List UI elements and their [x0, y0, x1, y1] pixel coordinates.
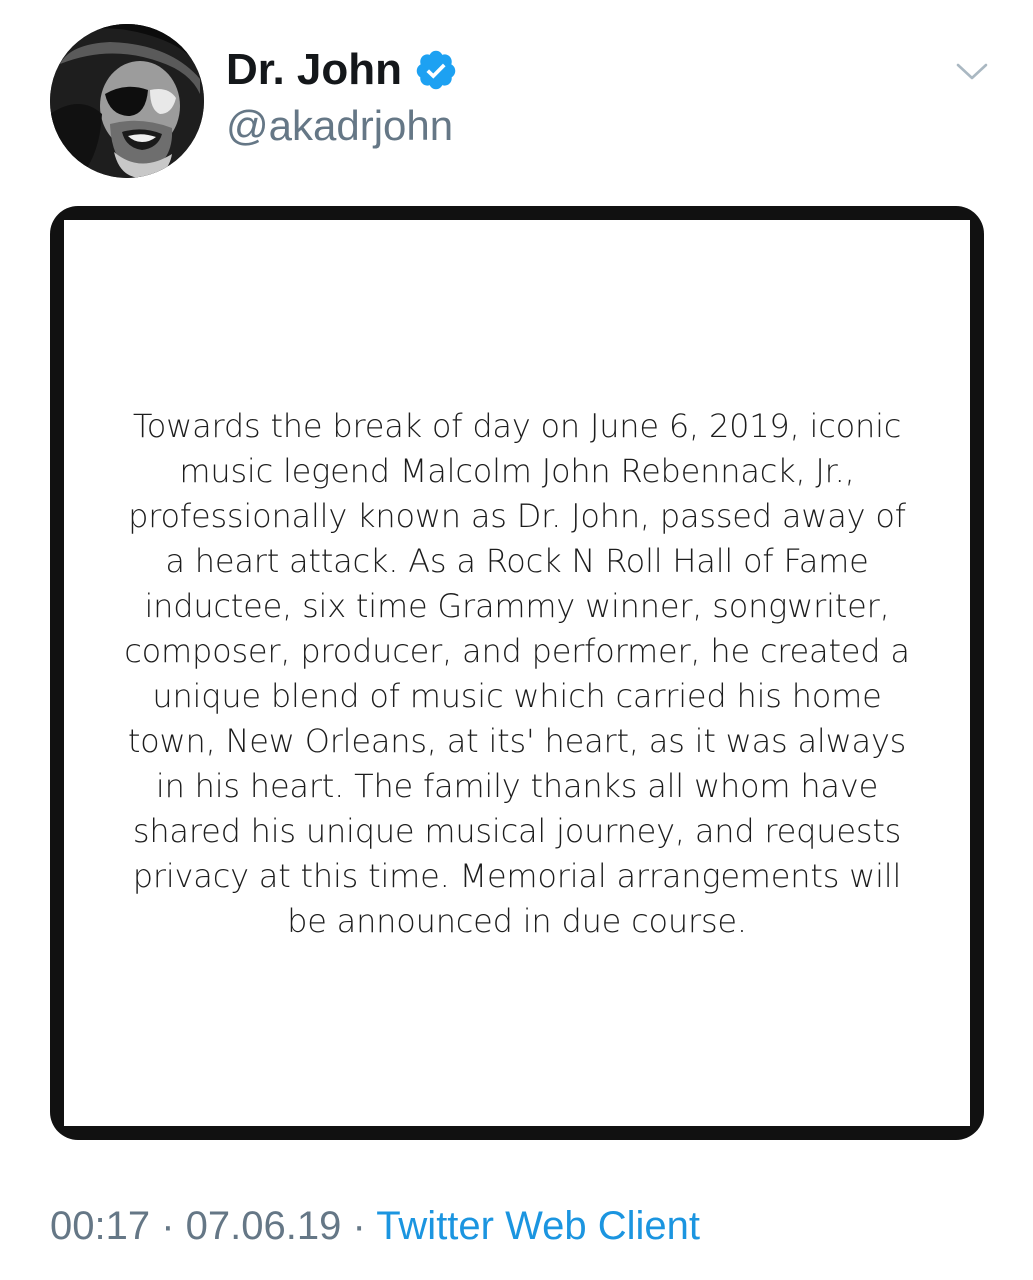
source-client-link[interactable]: Twitter Web Client: [376, 1204, 700, 1248]
meta-separator: ·: [341, 1204, 377, 1248]
author-avatar[interactable]: [50, 24, 204, 178]
tweet-date: 07.06.19: [185, 1204, 342, 1248]
verified-badge-icon: [414, 48, 458, 92]
tweet-time: 00:17: [50, 1204, 151, 1248]
statement-text: Towards the break of day on June 6, 2019…: [124, 407, 910, 940]
avatar-photo: [50, 24, 204, 178]
meta-separator: ·: [150, 1204, 186, 1248]
tweet-image[interactable]: Towards the break of day on June 6, 2019…: [50, 206, 984, 1140]
chevron-down-icon[interactable]: [955, 60, 989, 84]
author-display-name[interactable]: Dr. John: [226, 44, 458, 96]
tweet-metadata: 00:17 · 07.06.19 · Twitter Web Client: [50, 1200, 700, 1252]
display-name-text: Dr. John: [226, 45, 403, 94]
statement-card: Towards the break of day on June 6, 2019…: [64, 220, 970, 1126]
author-handle[interactable]: @akadrjohn: [226, 100, 453, 152]
